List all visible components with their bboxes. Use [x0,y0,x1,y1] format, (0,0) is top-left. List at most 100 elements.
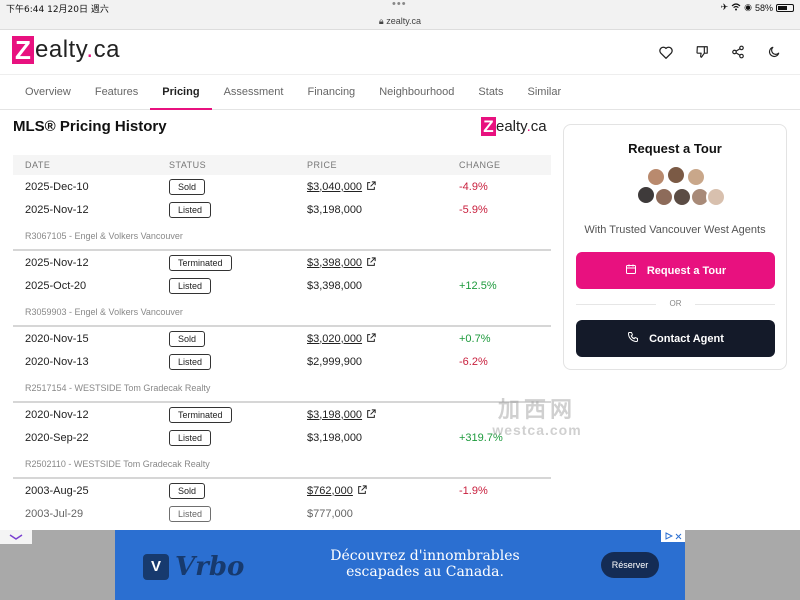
status-indicators: ✈ ◉ 58% [721,2,794,13]
avatar [706,187,726,207]
row-change: +0.7% [459,332,491,345]
price-link[interactable]: $3,020,000 [307,333,362,345]
row-price-cell: $3,398,000 [307,280,459,292]
vrbo-wordmark: Vrbo [175,552,245,582]
logo-wordmark: ealty.ca [35,36,120,64]
share-icon[interactable] [730,44,746,60]
wifi-icon [731,2,741,13]
ad-headline: Découvrez d'innombrables escapades au Ca… [295,548,555,580]
zealty-logo[interactable]: Z ealty.ca [12,36,120,64]
ad-reserve-button[interactable]: Réserver [601,552,659,578]
status-badge: Listed [169,353,212,370]
listing-group: 2025-Dec-10 Sold $3,040,000 -4.9% 2025-Nov-1… [13,175,551,251]
row-price-cell: $3,198,000 [307,204,459,216]
status-badge: Listed [169,429,212,446]
status-badge: Listed [169,505,212,522]
row-price-cell[interactable]: $3,040,000 [307,181,459,193]
vrbo-mark-icon: V [143,554,169,580]
thumbs-down-icon[interactable] [694,44,710,60]
row-date: 2020-Nov-15 [25,332,89,345]
listing-group: 2020-Nov-15 Sold $3,020,000 +0.7% 2020-Nov-1… [13,327,551,403]
tab-features[interactable]: Features [83,75,150,109]
ad-headline-line2: escapades au Canada. [346,564,504,580]
mini-logo-text: ealty [496,118,527,135]
mini-logo-wordmark: ealty.ca [496,118,547,135]
request-tour-label: Request a Tour [646,264,727,277]
header-price: PRICE [307,160,338,170]
battery-icon [776,3,794,12]
dark-mode-moon-icon[interactable] [766,44,782,60]
table-row: 2025-Oct-20 Listed $3,398,000 +12.5% [13,274,551,297]
external-link-icon [367,256,376,266]
ad-headline-line1: Découvrez d'innombrables [330,548,520,564]
row-date: 2003-Jul-29 [25,507,84,520]
row-date: 2020-Nov-12 [25,408,89,421]
tab-assessment[interactable]: Assessment [212,75,296,109]
row-price: $3,198,000 [307,431,363,444]
table-row: 2020-Nov-13 Listed $2,999,900 -6.2% [13,350,551,373]
table-row: 2020-Nov-12 Terminated $3,198,000 [13,403,551,426]
tab-pricing[interactable]: Pricing [150,75,212,110]
mls-listing-info: R2517154 - WESTSIDE Tom Gradecak Realty [13,373,551,403]
avatar [646,167,666,187]
row-status-cell: Listed [169,429,307,446]
row-price-cell[interactable]: $3,398,000 [307,257,459,269]
page-title: MLS® Pricing History [13,118,167,135]
contact-agent-button[interactable]: Contact Agent [576,320,775,357]
lock-icon: 🔒︎ [378,16,384,26]
ad-choices-badge[interactable] [661,530,685,542]
row-price: $777,000 [307,507,353,520]
price-link[interactable]: $3,040,000 [307,181,362,193]
vrbo-ad-banner[interactable]: V Vrbo Découvrez d'innombrables escapade… [115,530,685,600]
price-link[interactable]: $3,398,000 [307,257,362,269]
watermark-cn: 加西网 [497,398,576,423]
row-date: 2025-Dec-10 [25,180,89,193]
url-bar[interactable]: 🔒︎ zealty.ca [0,14,800,30]
tab-stats[interactable]: Stats [466,75,515,109]
close-icon [675,533,681,539]
request-tour-button[interactable]: Request a Tour [576,252,775,289]
row-change: -1.9% [459,484,488,497]
airplane-icon: ✈ [720,2,729,12]
row-price-cell: $2,999,900 [307,356,459,368]
or-divider: OR [576,297,775,311]
price-link[interactable]: $762,000 [307,485,353,497]
table-row: 2003-Aug-25 Sold $762,000 -1.9% [13,479,551,502]
ad-collapse-button[interactable] [0,530,32,544]
url-text: zealty.ca [386,16,422,26]
tab-neighbourhood[interactable]: Neighbourhood [367,75,466,109]
row-status-cell: Listed [169,277,307,294]
row-price-cell[interactable]: $3,020,000 [307,333,459,345]
logo-dot: . [86,36,94,63]
row-status-cell: Sold [169,330,307,347]
tour-subtitle: With Trusted Vancouver West Agents [584,224,766,236]
external-link-icon [367,408,376,418]
row-status-cell: Terminated [169,254,307,271]
row-change: -6.2% [459,355,488,368]
external-link-icon [358,484,367,494]
tab-overview[interactable]: Overview [13,75,83,109]
status-badge: Terminated [169,254,232,271]
row-price-cell[interactable]: $3,198,000 [307,409,459,421]
row-date: 2003-Aug-25 [25,484,89,497]
table-header: DATE STATUS PRICE CHANGE [13,155,551,175]
status-bar: 下午6:44 12月20日 週六 ••• ✈ ◉ 58% [0,0,800,15]
mls-listing-info: R2502110 - WESTSIDE Tom Gradecak Realty [13,449,551,479]
table-body: 2025-Dec-10 Sold $3,040,000 -4.9% 2025-Nov-1… [13,175,551,525]
table-row: 2020-Nov-15 Sold $3,020,000 +0.7% [13,327,551,350]
tour-title: Request a Tour [628,141,722,156]
price-link[interactable]: $3,198,000 [307,409,362,421]
multitask-dots-icon[interactable]: ••• [392,0,407,10]
adchoices-icon [665,532,673,540]
listing-group: 2025-Nov-12 Terminated $3,398,000 2025-Oct-… [13,251,551,327]
row-price: $3,398,000 [307,279,363,292]
heart-icon[interactable] [658,44,674,60]
tab-financing[interactable]: Financing [295,75,367,109]
chevron-down-icon [9,534,23,540]
status-badge: Sold [169,178,206,195]
row-price-cell[interactable]: $762,000 [307,485,459,497]
mls-listing-info: R3059903 - Engel & Volkers Vancouver [13,297,551,327]
tab-similar[interactable]: Similar [516,75,574,109]
row-change: -5.9% [459,203,488,216]
logo-tld: ca [93,36,120,63]
